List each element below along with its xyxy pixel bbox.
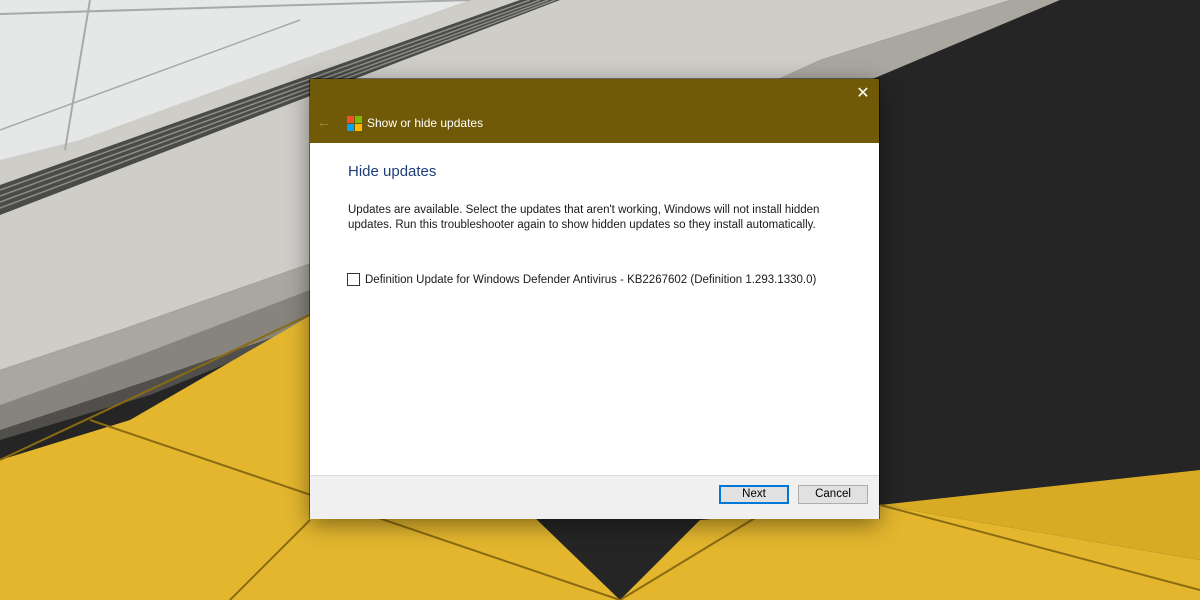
dialog-footer: Next Cancel: [310, 475, 879, 519]
back-arrow-icon: ←: [316, 114, 332, 131]
window-title: Show or hide updates: [367, 116, 484, 130]
description-text: Updates are available. Select the update…: [348, 204, 820, 231]
title-bar: ✕ ← Show or hide updates: [310, 79, 879, 143]
troubleshooter-dialog: ✕ ← Show or hide updates Hide updates Up…: [310, 79, 879, 519]
close-icon: ✕: [856, 85, 870, 102]
update-list-item[interactable]: Definition Update for Windows Defender A…: [347, 273, 816, 286]
page-heading: Hide updates: [348, 163, 437, 180]
update-label: Definition Update for Windows Defender A…: [365, 273, 817, 286]
close-button[interactable]: ✕: [847, 79, 879, 109]
next-button[interactable]: Next: [719, 485, 789, 504]
desktop: ✕ ← Show or hide updates Hide updates Up…: [0, 0, 1200, 600]
update-checkbox[interactable]: [347, 273, 360, 286]
back-button[interactable]: ←: [314, 113, 334, 133]
windows-logo-icon: [347, 116, 362, 131]
dialog-content: Hide updates Updates are available. Sele…: [310, 143, 879, 475]
cancel-button[interactable]: Cancel: [798, 485, 868, 504]
